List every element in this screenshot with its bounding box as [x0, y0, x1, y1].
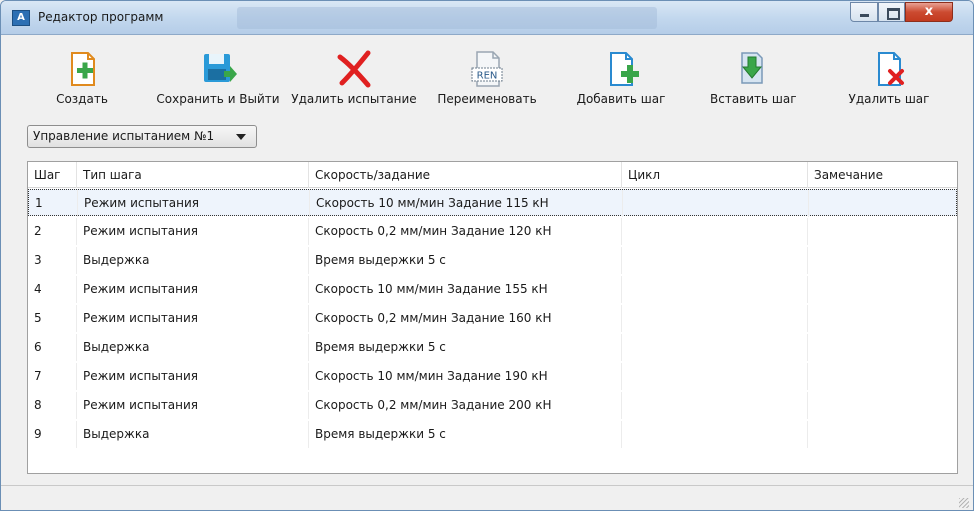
rename-icon-text: REN: [477, 71, 498, 82]
cell-note: [808, 421, 959, 448]
create-label: Создать: [56, 92, 108, 106]
cell-speed: Время выдержки 5 с: [309, 334, 622, 361]
cell-cycle: [622, 276, 808, 303]
table-row[interactable]: 2 Режим испытания Скорость 0,2 мм/мин За…: [28, 218, 957, 245]
table-row[interactable]: 3 Выдержка Время выдержки 5 с: [28, 247, 957, 274]
cell-cycle: [622, 218, 808, 245]
cell-type: Режим испытания: [77, 305, 309, 332]
toolbar: Создать Сохранить и Выйти Удалить испыта…: [1, 35, 973, 115]
column-header-step[interactable]: Шаг: [28, 162, 77, 188]
insert-step-label: Вставить шаг: [710, 92, 797, 106]
cell-type: Режим испытания: [77, 392, 309, 419]
cell-cycle: [622, 421, 808, 448]
rename-label: Переименовать: [437, 92, 537, 106]
add-step-label: Добавить шаг: [576, 92, 666, 106]
maximize-button[interactable]: [878, 2, 905, 22]
cell-type: Режим испытания: [77, 276, 309, 303]
chevron-down-icon: [236, 134, 246, 140]
cell-note: [808, 305, 959, 332]
cell-note: [808, 276, 959, 303]
cell-cycle: [622, 334, 808, 361]
cell-step: 3: [28, 247, 77, 274]
test-selector-dropdown[interactable]: Управление испытанием №1: [27, 125, 257, 148]
program-editor-window: A Редактор программ x Создать Сохранить …: [0, 0, 974, 511]
cell-cycle: [622, 305, 808, 332]
cell-type: Выдержка: [77, 334, 309, 361]
column-header-note[interactable]: Замечание: [808, 162, 959, 188]
minimize-button[interactable]: [850, 2, 878, 22]
cell-speed: Время выдержки 5 с: [309, 247, 622, 274]
delete-x-icon: [337, 50, 371, 88]
cell-speed: Скорость 10 мм/мин Задание 115 кН: [310, 190, 623, 217]
cell-type: Режим испытания: [77, 363, 309, 390]
title-background-blur: [237, 7, 657, 29]
title-bar[interactable]: A Редактор программ x: [1, 1, 973, 35]
cell-note: [808, 363, 959, 390]
table-row[interactable]: 6 Выдержка Время выдержки 5 с: [28, 334, 957, 361]
cell-speed: Скорость 0,2 мм/мин Задание 160 кН: [309, 305, 622, 332]
resize-grip-icon[interactable]: [959, 498, 969, 508]
cell-note: [808, 334, 959, 361]
cell-speed: Скорость 10 мм/мин Задание 190 кН: [309, 363, 622, 390]
save-exit-label: Сохранить и Выйти: [156, 92, 280, 106]
insert-step-icon: [741, 52, 763, 84]
delete-step-button[interactable]: Удалить шаг: [847, 49, 931, 111]
delete-step-label: Удалить шаг: [848, 92, 930, 106]
cell-type: Режим испытания: [78, 190, 310, 217]
cell-cycle: [623, 190, 809, 217]
add-step-button[interactable]: Добавить шаг: [575, 49, 667, 111]
cell-cycle: [622, 247, 808, 274]
save-exit-button[interactable]: Сохранить и Выйти: [154, 49, 282, 111]
delete-test-button[interactable]: Удалить испытание: [287, 49, 421, 111]
cell-type: Режим испытания: [77, 218, 309, 245]
save-exit-icon: [204, 54, 237, 82]
cell-step: 6: [28, 334, 77, 361]
cell-step: 2: [28, 218, 77, 245]
table-row[interactable]: 1 Режим испытания Скорость 10 мм/мин Зад…: [28, 189, 960, 217]
new-document-icon: [71, 52, 95, 86]
cell-type: Выдержка: [77, 247, 309, 274]
cell-step: 4: [28, 276, 77, 303]
table-header: Шаг Тип шага Скорость/задание Цикл Замеч…: [28, 162, 957, 188]
cell-note: [809, 190, 960, 217]
cell-step: 9: [28, 421, 77, 448]
create-button[interactable]: Создать: [47, 49, 117, 111]
column-header-speed[interactable]: Скорость/задание: [309, 162, 622, 188]
rename-icon: REN: [471, 51, 503, 87]
rename-button[interactable]: REN Переименовать: [435, 49, 539, 111]
cell-speed: Скорость 10 мм/мин Задание 155 кН: [309, 276, 622, 303]
add-step-icon: [610, 52, 639, 86]
column-header-type[interactable]: Тип шага: [77, 162, 309, 188]
window-title: Редактор программ: [38, 10, 164, 24]
table-row[interactable]: 8 Режим испытания Скорость 0,2 мм/мин За…: [28, 392, 957, 419]
close-button[interactable]: x: [905, 2, 953, 22]
column-header-cycle[interactable]: Цикл: [622, 162, 808, 188]
cell-speed: Время выдержки 5 с: [309, 421, 622, 448]
steps-table: Шаг Тип шага Скорость/задание Цикл Замеч…: [27, 161, 958, 474]
close-icon: x: [924, 4, 934, 19]
cell-speed: Скорость 0,2 мм/мин Задание 200 кН: [309, 392, 622, 419]
insert-step-button[interactable]: Вставить шаг: [710, 49, 797, 111]
cell-note: [808, 247, 959, 274]
cell-cycle: [622, 392, 808, 419]
table-row[interactable]: 9 Выдержка Время выдержки 5 с: [28, 421, 957, 448]
delete-step-icon: [878, 52, 904, 86]
status-bar: [1, 485, 973, 510]
cell-type: Выдержка: [77, 421, 309, 448]
test-selector-value: Управление испытанием №1: [33, 129, 215, 143]
cell-step: 5: [28, 305, 77, 332]
cell-step: 1: [29, 190, 78, 217]
table-row[interactable]: 7 Режим испытания Скорость 10 мм/мин Зад…: [28, 363, 957, 390]
table-row[interactable]: 5 Режим испытания Скорость 0,2 мм/мин За…: [28, 305, 957, 332]
cell-cycle: [622, 363, 808, 390]
cell-speed: Скорость 0,2 мм/мин Задание 120 кН: [309, 218, 622, 245]
cell-note: [808, 392, 959, 419]
app-logo-icon: A: [12, 10, 30, 26]
delete-test-label: Удалить испытание: [291, 92, 417, 106]
cell-step: 7: [28, 363, 77, 390]
cell-note: [808, 218, 959, 245]
table-row[interactable]: 4 Режим испытания Скорость 10 мм/мин Зад…: [28, 276, 957, 303]
cell-step: 8: [28, 392, 77, 419]
